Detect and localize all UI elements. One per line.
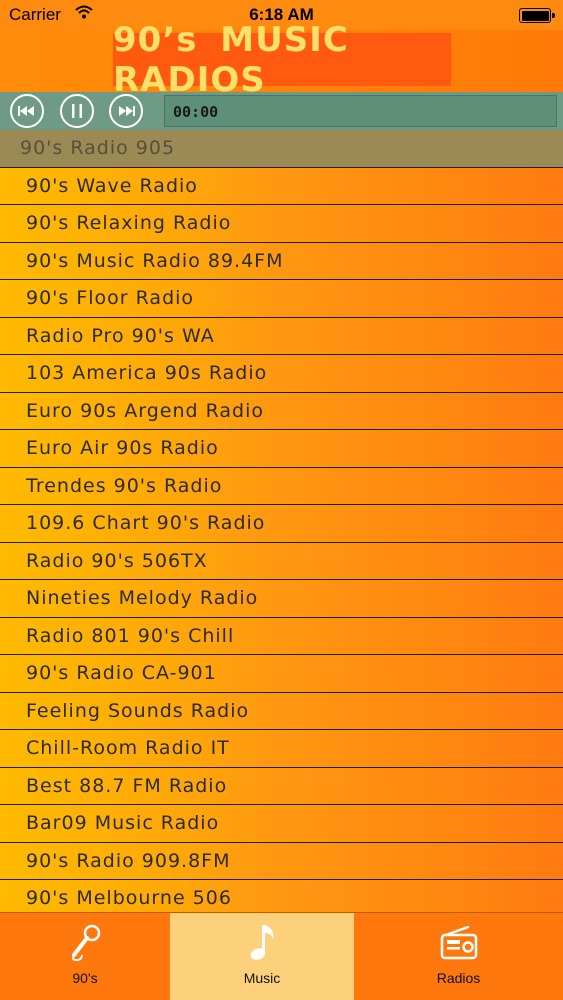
station-name: Trendes 90's Radio: [26, 474, 223, 497]
station-name: 90's Radio CA-901: [26, 662, 217, 685]
station-name: 90's Radio 905: [20, 137, 176, 160]
station-name: 90's Relaxing Radio: [26, 212, 232, 235]
station-name: 90's Wave Radio: [26, 174, 198, 197]
fast-forward-icon: [119, 106, 135, 116]
station-row[interactable]: Radio 801 90's Chill: [0, 617, 563, 655]
station-name: 109.6 Chart 90's Radio: [26, 512, 266, 535]
station-name: 90's Radio 909.8FM: [26, 849, 231, 872]
station-row[interactable]: 90's Radio CA-901: [0, 655, 563, 693]
station-row[interactable]: 90's Music Radio 89.4FM: [0, 242, 563, 280]
station-row[interactable]: 90's Wave Radio: [0, 167, 563, 205]
station-name: Radio Pro 90's WA: [26, 324, 215, 347]
station-row[interactable]: Chill-Room Radio IT: [0, 730, 563, 768]
station-row[interactable]: Euro 90s Argend Radio: [0, 392, 563, 430]
station-name: 103 America 90s Radio: [26, 362, 268, 385]
station-row[interactable]: Bar09 Music Radio: [0, 805, 563, 843]
station-row[interactable]: Nineties Melody Radio: [0, 580, 563, 618]
station-name: Chill-Room Radio IT: [26, 737, 230, 760]
tab-label: Radios: [436, 970, 481, 986]
microphone-icon: [68, 923, 102, 963]
radio-icon: [440, 923, 478, 963]
app-header: 90’s MUSIC RADIOS: [0, 20, 563, 100]
station-name: 90's Melbourne 506: [26, 887, 232, 910]
tab-label: Music: [243, 970, 281, 986]
app-title: 90’s MUSIC RADIOS: [113, 20, 451, 100]
music-note-icon: [247, 923, 277, 963]
station-row-selected[interactable]: 90's Radio 905: [0, 130, 563, 168]
station-row[interactable]: Radio Pro 90's WA: [0, 317, 563, 355]
station-name: Radio 90's 506TX: [26, 549, 208, 572]
pause-button[interactable]: [60, 94, 94, 128]
elapsed-time: 00:00: [173, 103, 219, 121]
station-row[interactable]: 90's Radio 909.8FM: [0, 842, 563, 880]
station-row[interactable]: 109.6 Chart 90's Radio: [0, 505, 563, 543]
battery-icon: [519, 8, 555, 23]
tab-90s[interactable]: 90's: [0, 913, 170, 1000]
station-name: Euro Air 90s Radio: [26, 437, 219, 460]
progress-bar[interactable]: 00:00: [164, 95, 557, 127]
station-row[interactable]: 90's Relaxing Radio: [0, 205, 563, 243]
station-name: Best 88.7 FM Radio: [26, 774, 228, 797]
tab-bar: 90's Music Radios: [0, 912, 563, 1000]
station-name: Radio 801 90's Chill: [26, 624, 235, 647]
station-row[interactable]: Feeling Sounds Radio: [0, 692, 563, 730]
station-name: 90's Music Radio 89.4FM: [26, 249, 284, 272]
station-row[interactable]: Best 88.7 FM Radio: [0, 767, 563, 805]
station-name: Bar09 Music Radio: [26, 812, 220, 835]
player-bar: 00:00: [0, 92, 563, 130]
station-name: Euro 90s Argend Radio: [26, 399, 264, 422]
station-row[interactable]: 90's Melbourne 506: [0, 880, 563, 912]
rewind-icon: [18, 106, 34, 116]
station-name: Feeling Sounds Radio: [26, 699, 250, 722]
tab-music[interactable]: Music: [170, 913, 354, 1000]
station-list[interactable]: 90's Radio 905 90's Wave Radio 90's Relaxi…: [0, 130, 563, 912]
station-row[interactable]: Euro Air 90s Radio: [0, 430, 563, 468]
station-name: 90's Floor Radio: [26, 287, 195, 310]
station-row[interactable]: 90's Floor Radio: [0, 280, 563, 318]
station-name: Nineties Melody Radio: [26, 587, 259, 610]
tab-radios[interactable]: Radios: [354, 913, 563, 1000]
pause-icon: [72, 104, 82, 118]
station-row[interactable]: Trendes 90's Radio: [0, 467, 563, 505]
tab-label: 90's: [72, 970, 98, 986]
station-row[interactable]: 103 America 90s Radio: [0, 355, 563, 393]
fast-forward-button[interactable]: [109, 94, 143, 128]
rewind-button[interactable]: [10, 94, 44, 128]
station-row[interactable]: Radio 90's 506TX: [0, 542, 563, 580]
